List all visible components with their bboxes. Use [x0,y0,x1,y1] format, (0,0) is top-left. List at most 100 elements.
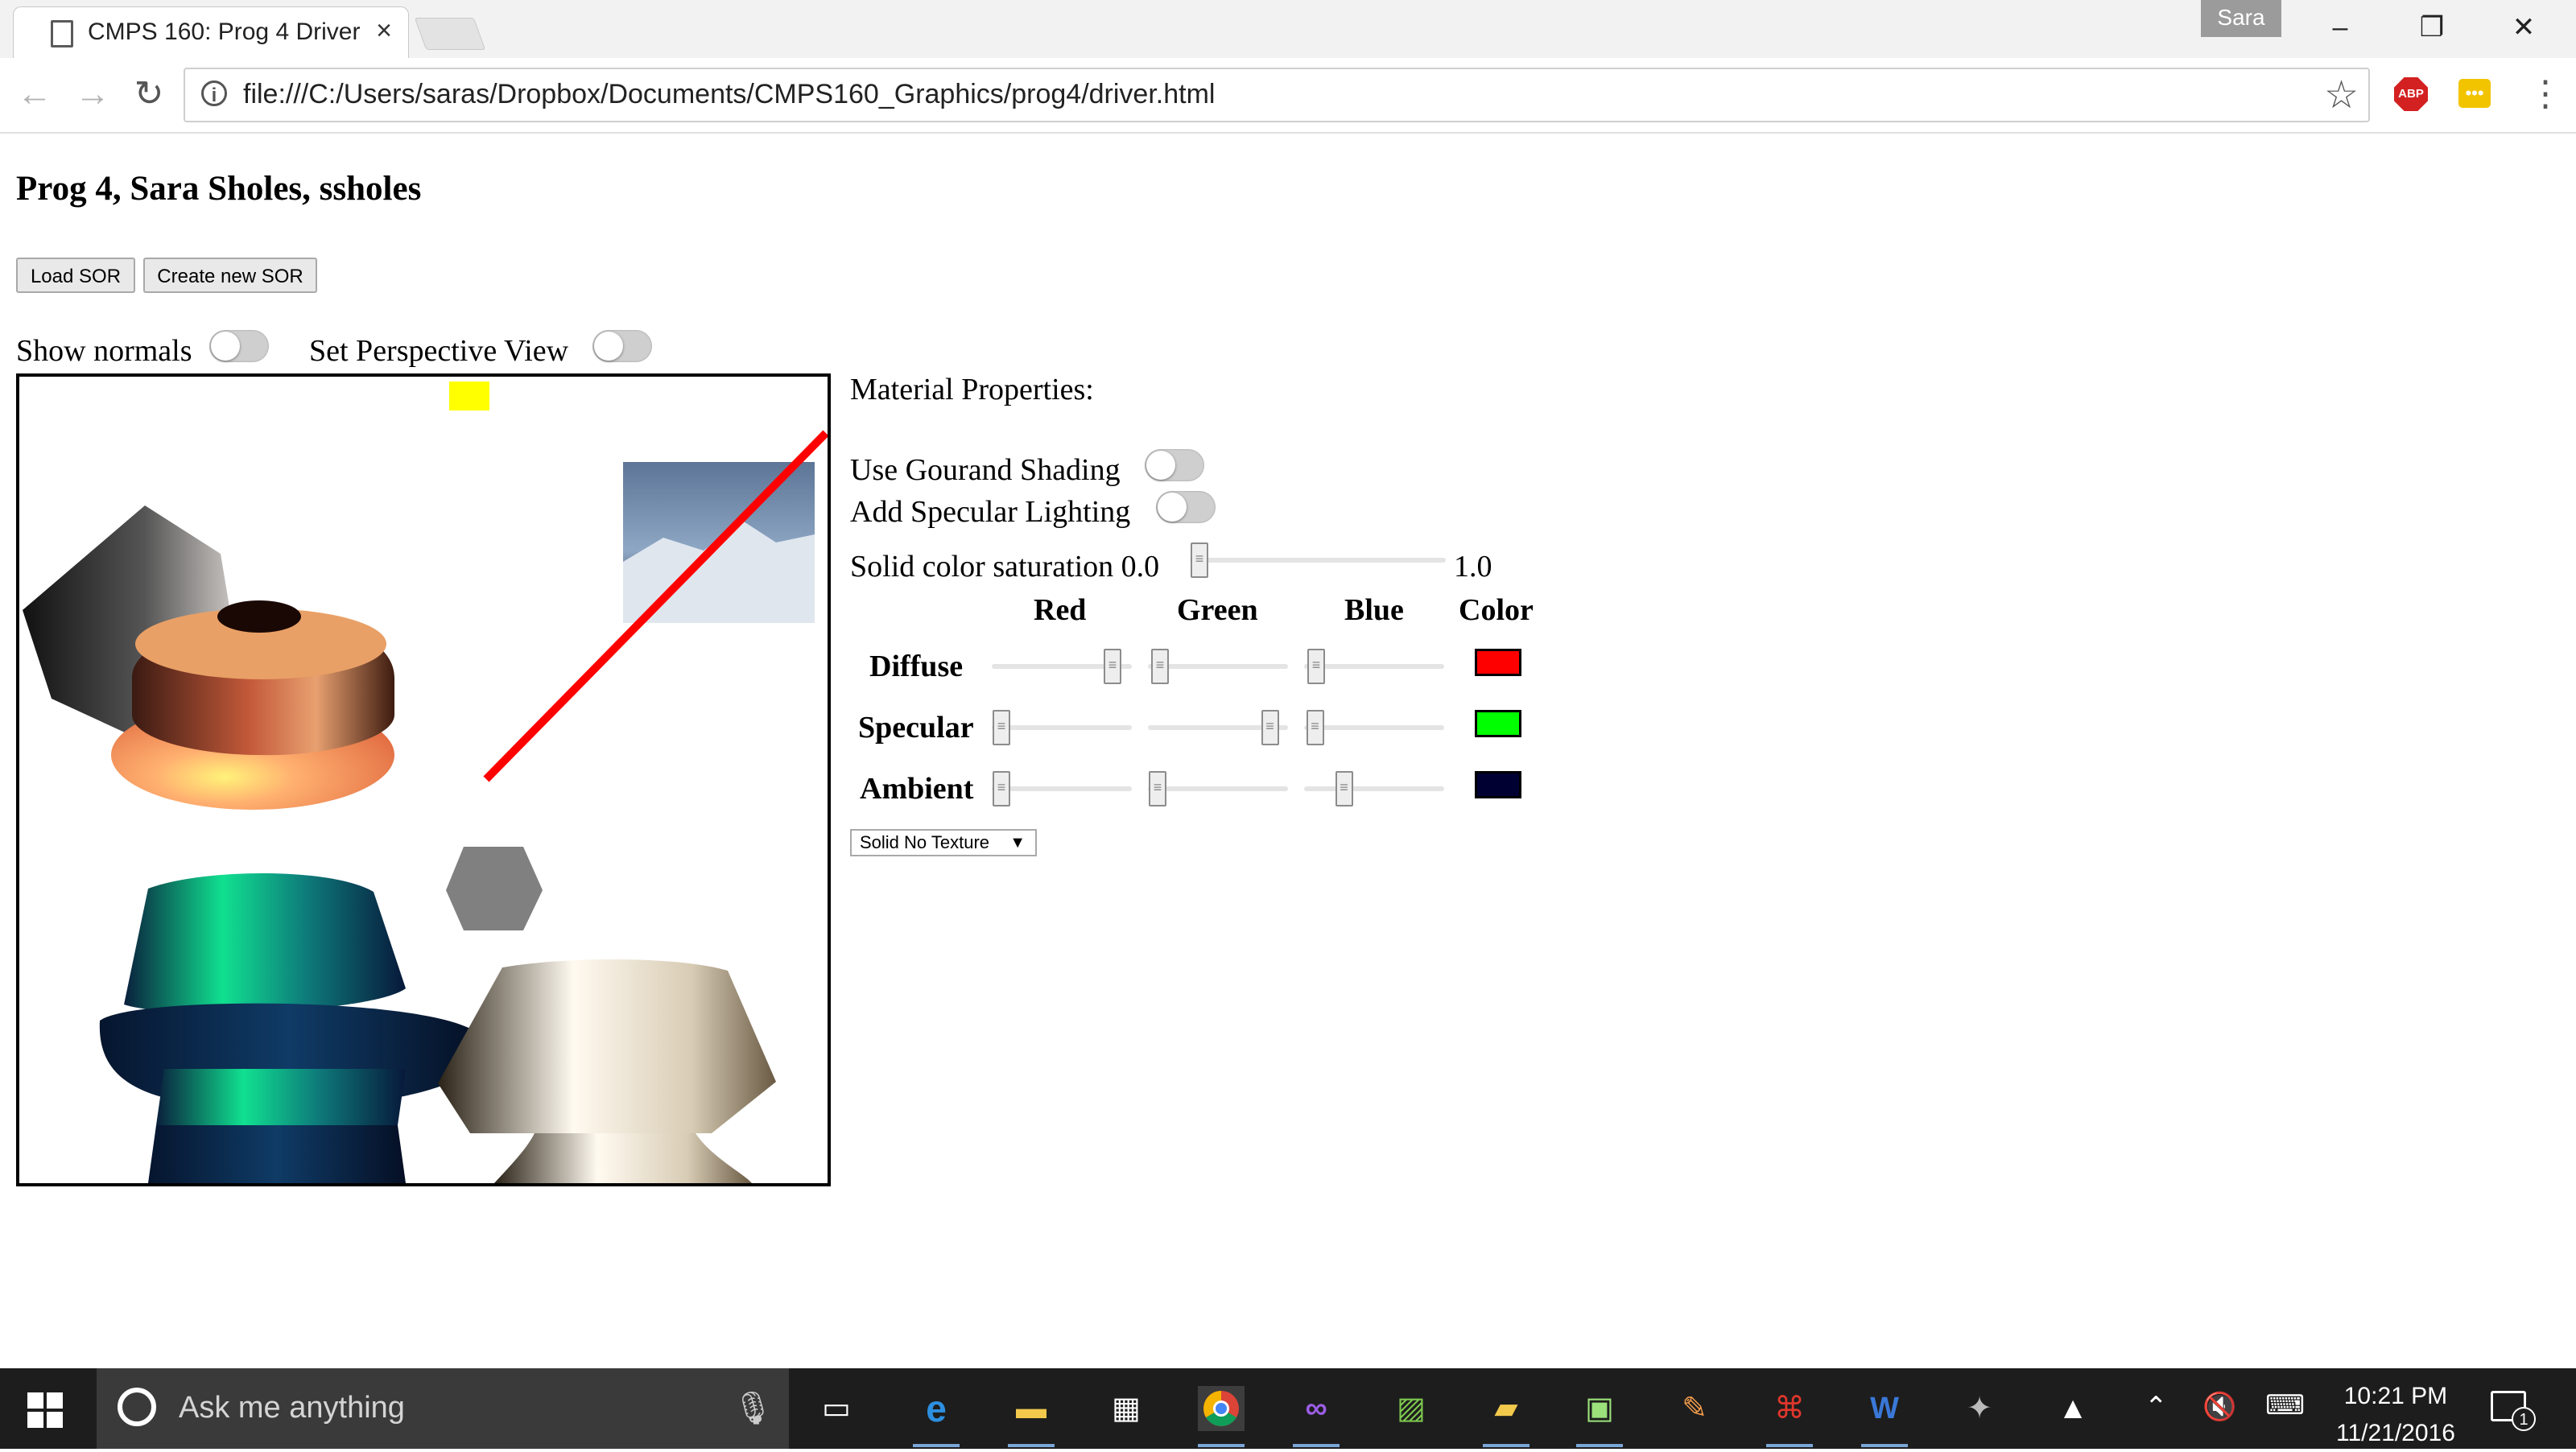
dropdown-arrow-icon: ▼ [1009,834,1026,852]
slider-thumb[interactable] [1306,710,1324,745]
diffuse-blue-slider[interactable] [1304,649,1444,684]
image-editor-icon[interactable]: ▨ [1388,1386,1435,1431]
slider-thumb[interactable] [1335,771,1353,806]
close-window-button[interactable]: ✕ [2487,3,2560,52]
windows-start-icon[interactable] [27,1392,63,1428]
show-hidden-icons-icon[interactable]: ⌃ [2145,1391,2168,1423]
column-blue: Blue [1344,593,1404,627]
specular-lighting-toggle[interactable] [1156,491,1216,523]
minimize-window-button[interactable]: – [2304,3,2376,52]
visual-studio-icon[interactable]: ∞ [1293,1386,1340,1447]
address-bar[interactable]: i file:///C:/Users/saras/Dropbox/Documen… [184,68,2370,122]
search-placeholder: Ask me anything [179,1391,405,1425]
task-view-icon[interactable]: ▭ [813,1386,860,1431]
browser-toolbar: ← → ↻ i file:///C:/Users/saras/Dropbox/D… [0,58,2576,134]
diffuse-color-swatch[interactable] [1475,649,1521,676]
slider-thumb[interactable] [1261,710,1279,745]
scene-render [23,382,828,1183]
photos-icon[interactable]: ▲ [2050,1386,2096,1431]
webgl-canvas[interactable] [16,373,831,1186]
saturation-max-label: 1.0 [1454,550,1492,584]
texture-select[interactable]: Solid No Texture ▼ [850,829,1037,856]
adblock-extension-icon[interactable]: ABP [2394,77,2428,111]
column-red: Red [1034,593,1087,627]
taskbar-clock[interactable]: 10:21 PM 11/21/2016 [2336,1378,2455,1452]
info-icon[interactable]: i [201,80,227,106]
specular-red-slider[interactable] [992,710,1132,745]
ambient-red-slider[interactable] [992,771,1132,806]
restore-window-button[interactable]: ❐ [2396,3,2468,52]
browser-tabstrip: CMPS 160: Prog 4 Driver × Sara – ❐ ✕ [0,0,2576,59]
file-explorer-icon[interactable]: ▬ [1008,1386,1055,1447]
cream-stand-shape [494,1133,752,1183]
chrome-logo-icon [1203,1391,1239,1426]
row-label-ambient: Ambient [860,772,974,806]
slider-thumb[interactable] [993,771,1010,806]
ambient-blue-slider[interactable] [1304,771,1444,806]
diffuse-green-slider[interactable] [1148,649,1288,684]
slider-thumb[interactable] [1151,649,1169,684]
specular-green-slider[interactable] [1148,710,1288,745]
saturation-label: Solid color saturation 0.0 [850,550,1160,584]
reload-button[interactable]: ↻ [126,71,172,118]
cortana-icon [118,1388,156,1426]
slider-thumb[interactable] [1149,771,1166,806]
perspective-label: Set Perspective View [309,334,569,368]
slider-thumb[interactable] [1307,649,1325,684]
browser-menu-icon[interactable]: ⋮ [2528,71,2563,118]
column-green: Green [1177,593,1258,627]
load-sor-button[interactable]: Load SOR [16,258,135,293]
paint-icon[interactable]: ✎ [1671,1386,1718,1431]
microphone-icon[interactable]: 🎙 [733,1389,774,1427]
perspective-toggle[interactable] [592,330,652,362]
navy-base-shape [148,1125,406,1183]
cream-vase-shape [438,959,776,1133]
saturation-slider[interactable] [1190,542,1446,578]
slider-thumb[interactable] [1191,542,1208,578]
browser-tab[interactable]: CMPS 160: Prog 4 Driver × [13,6,409,59]
windows-taskbar: Ask me anything 🎙 ▭ e ▬ ▦ ∞ ▨ ▰ ▣ ✎ ⌘ W … [0,1368,2576,1449]
clock-time: 10:21 PM [2343,1383,2448,1409]
ring-hole [217,600,301,633]
notification-count: 1 [2512,1407,2536,1431]
chrome-icon[interactable] [1198,1386,1245,1447]
ambient-color-swatch[interactable] [1475,771,1521,798]
word-icon[interactable]: W [1861,1386,1908,1447]
keyboard-icon[interactable]: ⌨ [2265,1389,2305,1421]
bookmark-star-icon[interactable]: ☆ [2324,72,2359,118]
slider-thumb[interactable] [993,710,1010,745]
extension-icon[interactable]: ••• [2458,79,2491,108]
close-tab-icon[interactable]: × [368,15,400,47]
folder-icon[interactable]: ▰ [1483,1386,1530,1447]
material-heading: Material Properties: [850,373,1094,406]
edge-browser-icon[interactable]: e [913,1386,960,1447]
page-icon [51,20,73,47]
show-normals-label: Show normals [16,334,192,368]
grey-hexagon [446,847,543,930]
slider-thumb[interactable] [1104,649,1121,684]
store-icon[interactable]: ▦ [1103,1386,1150,1431]
acrobat-icon[interactable]: ⌘ [1766,1386,1813,1447]
diffuse-red-slider[interactable] [992,649,1132,684]
texture-select-value: Solid No Texture [860,832,990,852]
gimp-icon[interactable]: ✦ [1956,1386,2003,1431]
specular-blue-slider[interactable] [1304,710,1444,745]
row-label-specular: Specular [858,711,974,745]
create-sor-button[interactable]: Create new SOR [143,258,317,293]
back-button[interactable]: ← [11,71,58,118]
specular-lighting-label: Add Specular Lighting [850,495,1131,529]
new-tab-button[interactable] [414,18,486,50]
terminal-icon[interactable]: ▣ [1576,1386,1623,1447]
show-normals-toggle[interactable] [209,330,269,362]
column-color: Color [1459,593,1534,627]
volume-muted-icon[interactable]: 🔇 [2202,1391,2236,1423]
specular-color-swatch[interactable] [1475,710,1521,737]
profile-button[interactable]: Sara [2201,0,2281,37]
row-label-diffuse: Diffuse [869,650,964,683]
forward-button[interactable]: → [69,71,116,118]
ambient-green-slider[interactable] [1148,771,1288,806]
cortana-search-box[interactable]: Ask me anything 🎙 [97,1368,789,1449]
gouraud-toggle[interactable] [1145,449,1204,481]
light-source-marker [449,382,489,410]
url-text[interactable]: file:///C:/Users/saras/Dropbox/Documents… [243,79,1215,110]
